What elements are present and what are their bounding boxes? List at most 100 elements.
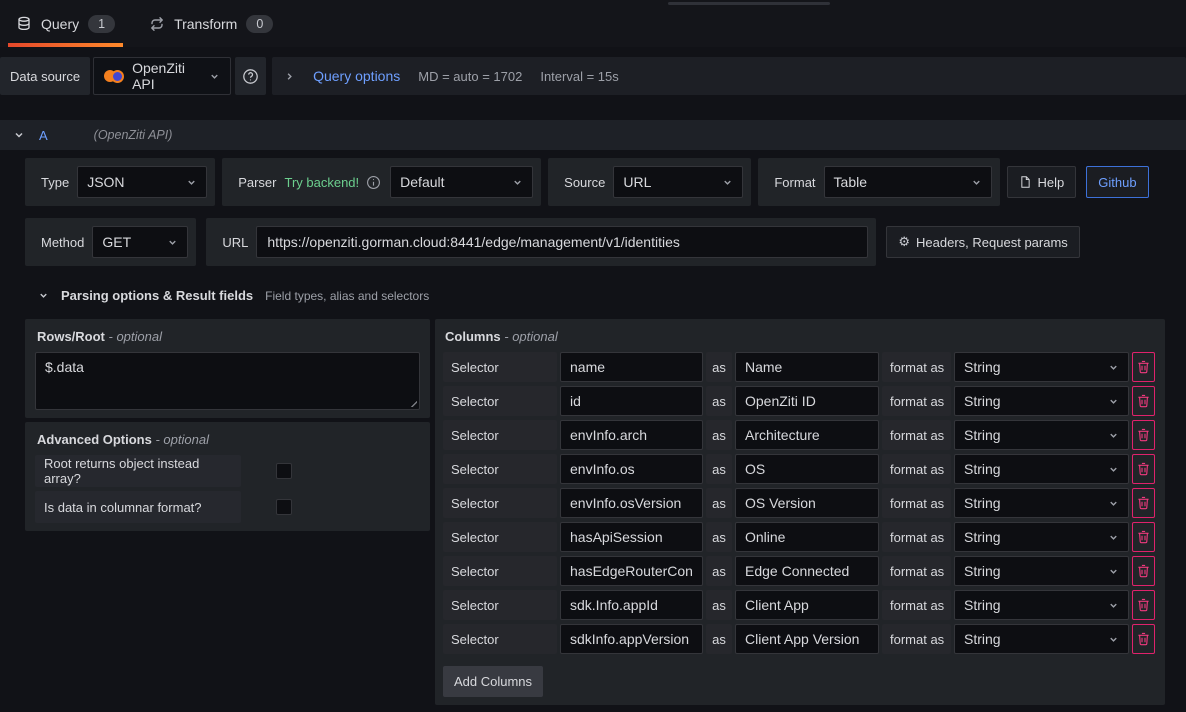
add-columns-button[interactable]: Add Columns bbox=[443, 666, 543, 697]
selector-input[interactable] bbox=[560, 522, 703, 552]
selector-input[interactable] bbox=[560, 420, 703, 450]
query-options-strip: Query options MD = auto = 1702 Interval … bbox=[272, 57, 1186, 95]
selector-label: Selector bbox=[443, 522, 557, 552]
alias-input[interactable] bbox=[735, 352, 879, 382]
advanced-options-title: Advanced Options - optional bbox=[37, 432, 420, 447]
alias-input[interactable] bbox=[735, 556, 879, 586]
delete-column-button[interactable] bbox=[1132, 590, 1155, 620]
alias-input[interactable] bbox=[735, 522, 879, 552]
delete-column-button[interactable] bbox=[1132, 352, 1155, 382]
format-as-select[interactable]: String bbox=[954, 624, 1129, 654]
format-as-value: String bbox=[964, 461, 1001, 477]
format-as-select[interactable]: String bbox=[954, 454, 1129, 484]
transform-count-badge: 0 bbox=[246, 15, 273, 33]
format-as-value: String bbox=[964, 495, 1001, 511]
alias-input[interactable] bbox=[735, 386, 879, 416]
trash-icon bbox=[1137, 632, 1150, 646]
type-select[interactable]: JSON bbox=[77, 166, 207, 198]
query-ref-id[interactable]: A bbox=[39, 128, 48, 143]
selector-input[interactable] bbox=[560, 590, 703, 620]
trash-icon bbox=[1137, 394, 1150, 408]
source-field: Source URL bbox=[548, 158, 751, 206]
format-as-label: format as bbox=[882, 624, 951, 654]
query-row-header[interactable]: A (OpenZiti API) bbox=[0, 120, 1186, 150]
columnar-option-row: Is data in columnar format? bbox=[35, 491, 420, 523]
chevron-down-icon bbox=[1108, 634, 1119, 645]
format-as-select[interactable]: String bbox=[954, 420, 1129, 450]
method-select[interactable]: GET bbox=[92, 226, 188, 258]
rows-root-optional: - optional bbox=[109, 329, 162, 344]
delete-column-button[interactable] bbox=[1132, 488, 1155, 518]
help-button-label: Help bbox=[1038, 175, 1065, 190]
selector-input[interactable] bbox=[560, 386, 703, 416]
column-row: Selector as format as String bbox=[443, 386, 1157, 416]
datasource-picker[interactable]: OpenZiti API bbox=[93, 57, 231, 95]
tab-transform-label: Transform bbox=[174, 16, 237, 32]
format-as-select[interactable]: String bbox=[954, 488, 1129, 518]
format-select[interactable]: Table bbox=[824, 166, 992, 198]
format-as-select[interactable]: String bbox=[954, 352, 1129, 382]
delete-column-button[interactable] bbox=[1132, 454, 1155, 484]
selector-label: Selector bbox=[443, 352, 557, 382]
delete-column-button[interactable] bbox=[1132, 420, 1155, 450]
selector-input[interactable] bbox=[560, 488, 703, 518]
question-circle-icon bbox=[242, 68, 259, 85]
delete-column-button[interactable] bbox=[1132, 522, 1155, 552]
github-button[interactable]: Github bbox=[1086, 166, 1148, 198]
selector-input[interactable] bbox=[560, 624, 703, 654]
left-column: Rows/Root - optional $.data Advanced Opt… bbox=[25, 319, 430, 531]
format-as-value: String bbox=[964, 393, 1001, 409]
help-button[interactable]: Help bbox=[1007, 166, 1077, 198]
columnar-checkbox[interactable] bbox=[276, 499, 292, 515]
root-object-option-label: Root returns object instead array? bbox=[35, 455, 241, 487]
format-as-label: format as bbox=[882, 488, 951, 518]
format-as-value: String bbox=[964, 427, 1001, 443]
parsing-section-header[interactable]: Parsing options & Result fields Field ty… bbox=[38, 288, 1165, 303]
advanced-options-optional: - optional bbox=[155, 432, 208, 447]
type-label: Type bbox=[33, 175, 77, 190]
columns-title: Columns - optional bbox=[445, 329, 1157, 344]
delete-column-button[interactable] bbox=[1132, 624, 1155, 654]
alias-input[interactable] bbox=[735, 488, 879, 518]
rows-root-label: Rows/Root bbox=[37, 329, 105, 344]
alias-input[interactable] bbox=[735, 420, 879, 450]
chevron-down-icon bbox=[512, 177, 523, 188]
format-as-select[interactable]: String bbox=[954, 590, 1129, 620]
try-backend-hint: Try backend! bbox=[284, 175, 359, 190]
editor-row-1: Type JSON Parser Try backend! Default bbox=[25, 158, 1165, 206]
selector-label: Selector bbox=[443, 590, 557, 620]
delete-column-button[interactable] bbox=[1132, 556, 1155, 586]
headers-params-button[interactable]: ⚙ Headers, Request params bbox=[886, 226, 1079, 258]
alias-input[interactable] bbox=[735, 590, 879, 620]
chevron-right-icon[interactable] bbox=[284, 71, 295, 82]
format-as-select[interactable]: String bbox=[954, 522, 1129, 552]
column-row: Selector as format as String bbox=[443, 454, 1157, 484]
format-as-value: String bbox=[964, 563, 1001, 579]
collapse-chevron-icon bbox=[38, 290, 49, 301]
url-field: URL bbox=[206, 218, 876, 266]
collapse-chevron-icon[interactable] bbox=[13, 129, 25, 141]
selector-label: Selector bbox=[443, 420, 557, 450]
alias-input[interactable] bbox=[735, 624, 879, 654]
delete-column-button[interactable] bbox=[1132, 386, 1155, 416]
format-as-select[interactable]: String bbox=[954, 556, 1129, 586]
selector-input[interactable] bbox=[560, 454, 703, 484]
datasource-label: Data source bbox=[0, 57, 90, 95]
type-value: JSON bbox=[87, 174, 124, 190]
tab-transform[interactable]: Transform 0 bbox=[141, 0, 281, 47]
rows-root-input[interactable]: $.data bbox=[35, 352, 420, 410]
selector-input[interactable] bbox=[560, 352, 703, 382]
parser-field: Parser Try backend! Default bbox=[222, 158, 541, 206]
root-object-checkbox[interactable] bbox=[276, 463, 292, 479]
alias-input[interactable] bbox=[735, 454, 879, 484]
datasource-help-button[interactable] bbox=[235, 57, 266, 95]
url-input[interactable] bbox=[256, 226, 868, 258]
tab-query[interactable]: Query 1 bbox=[8, 0, 123, 47]
parser-select[interactable]: Default bbox=[390, 166, 533, 198]
chevron-down-icon bbox=[722, 177, 733, 188]
chevron-down-icon bbox=[186, 177, 197, 188]
query-options-link[interactable]: Query options bbox=[313, 68, 400, 84]
selector-input[interactable] bbox=[560, 556, 703, 586]
format-as-select[interactable]: String bbox=[954, 386, 1129, 416]
source-select[interactable]: URL bbox=[613, 166, 743, 198]
